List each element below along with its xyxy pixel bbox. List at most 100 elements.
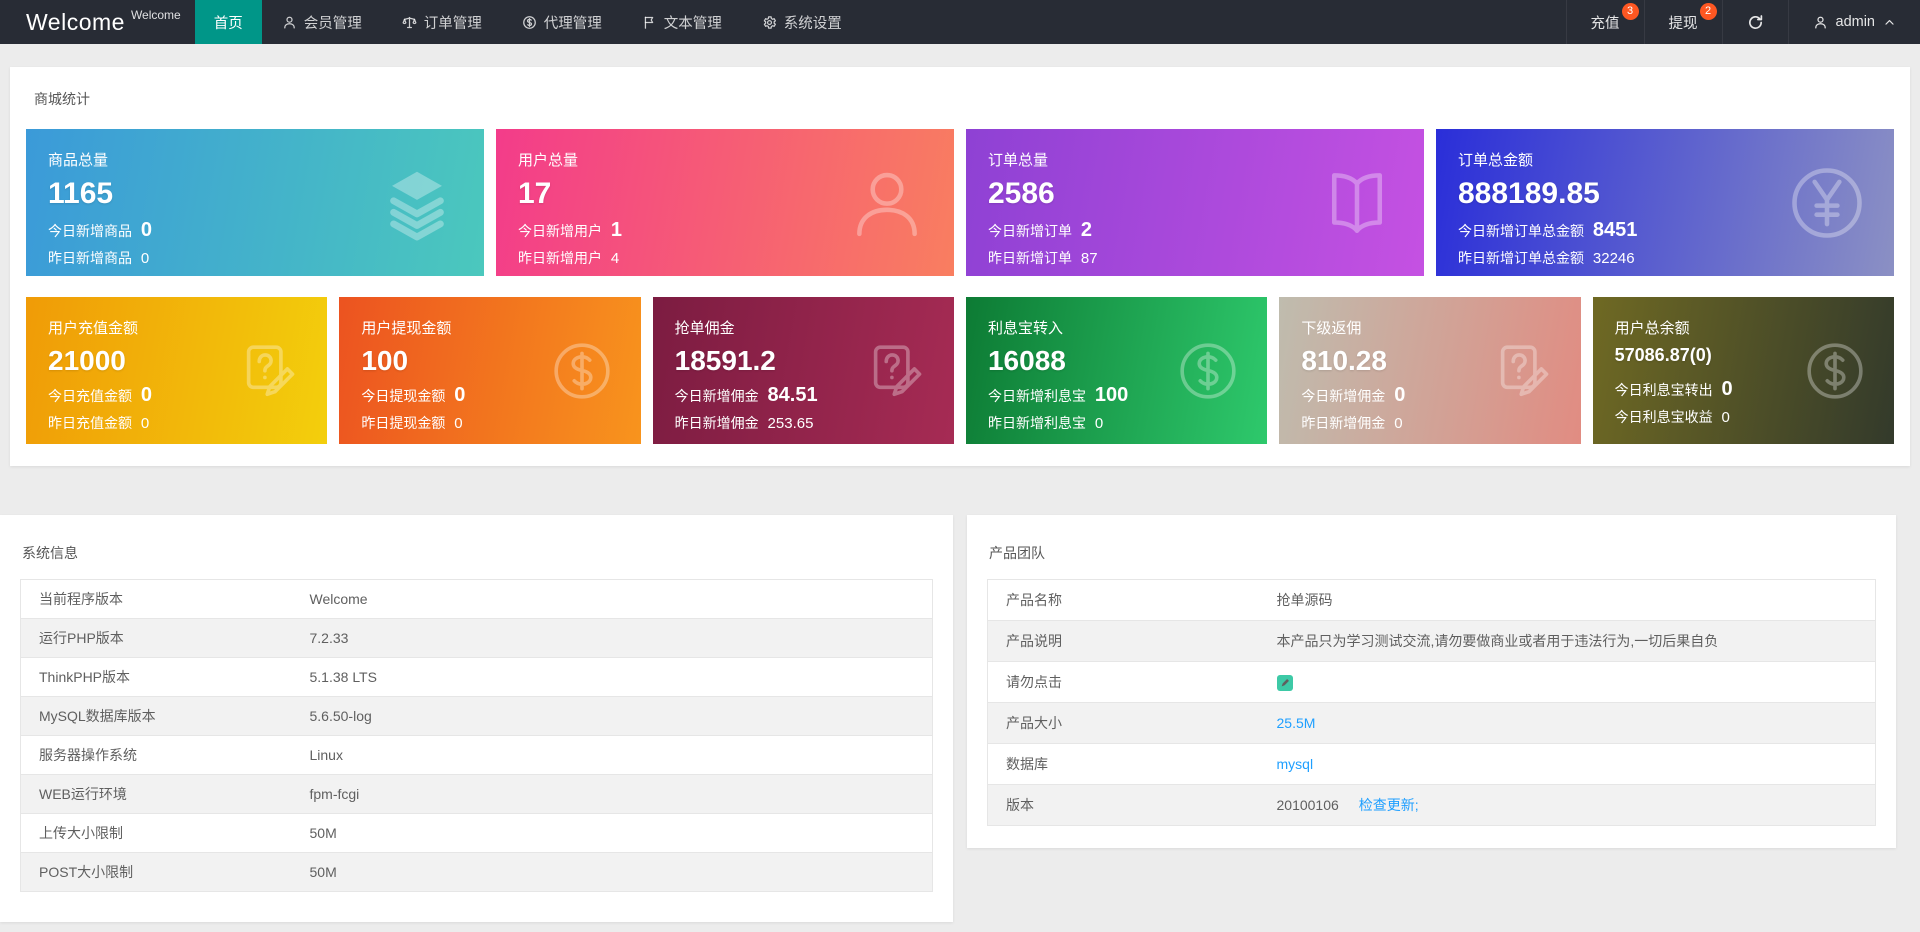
product-link[interactable]: mysql	[1277, 756, 1314, 772]
brand-superscript: Welcome	[130, 8, 181, 22]
stat-card-yesterday: 昨日新增利息宝 0	[987, 415, 1104, 433]
table-row: 版本 20100106 检查更新;	[987, 784, 1876, 826]
stats-panel: 商城统计 商品总量 1165 今日新增商品 0 昨日新增商品 0 用户总量 17 今日新增用…	[10, 67, 1910, 466]
gear-icon	[762, 15, 777, 30]
row-label: 数据库	[987, 743, 1277, 785]
stat-card-title: 用户提现金额	[361, 320, 452, 337]
menu-item-label: 系统设置	[783, 15, 842, 32]
row-label: ThinkPHP版本	[20, 657, 310, 697]
stat-card: 用户总量 17 今日新增用户 1 昨日新增用户 4	[496, 129, 954, 276]
row-value: Welcome	[309, 591, 368, 607]
main-menu: 首页 会员管理 订单管理 代理管理 文本管理 系统设置	[194, 0, 862, 44]
menu-item-label: 首页	[213, 15, 243, 32]
system-info-table: 当前程序版本 Welcome 运行PHP版本 7.2.33 ThinkPHP版本 5.1.…	[20, 579, 933, 892]
recharge-label: 充值	[1590, 15, 1620, 32]
table-row: 数据库 mysql	[987, 743, 1876, 785]
user-menu[interactable]: admin	[1787, 0, 1920, 44]
stat-card: 商品总量 1165 今日新增商品 0 昨日新增商品 0	[26, 129, 484, 276]
table-row: POST大小限制 50M	[20, 852, 933, 892]
product-link[interactable]: 25.5M	[1277, 715, 1316, 731]
stat-card-yesterday: 昨日新增佣金 0	[1301, 415, 1403, 433]
table-row: 服务器操作系统 Linux	[20, 735, 933, 775]
check-update-link[interactable]: 检查更新;	[1359, 797, 1419, 813]
menu-item-label: 会员管理	[303, 15, 362, 32]
row-label: 当前程序版本	[39, 591, 123, 607]
dollar-circle-icon	[551, 340, 613, 402]
system-info-panel: 系统信息 当前程序版本 Welcome 运行PHP版本 7.2.33 ThinkPHP版…	[0, 515, 953, 922]
question-edit-icon	[864, 340, 926, 402]
product-team-title: 产品团队	[989, 545, 1045, 561]
stat-card: 订单总量 2586 今日新增订单 2 昨日新增订单 87	[966, 129, 1424, 276]
yen-circle-icon	[1788, 164, 1866, 242]
scales-icon	[402, 15, 417, 30]
username: admin	[1835, 14, 1876, 30]
row-label: MySQL数据库版本	[20, 696, 310, 736]
stats-panel-title: 商城统计	[34, 91, 90, 107]
menu-item-3[interactable]: 订单管理	[382, 0, 502, 44]
stat-card-yesterday: 昨日新增佣金 253.65	[674, 415, 814, 433]
stat-card-title: 抢单佣金	[674, 320, 735, 337]
stat-card-yesterday: 昨日新增用户 4	[518, 249, 620, 267]
table-row: WEB运行环境 fpm-fcgi	[20, 774, 933, 814]
stat-card-yesterday: 昨日充值金额 0	[48, 415, 150, 433]
row-value: 7.2.33	[309, 618, 933, 658]
open-book-icon	[1318, 164, 1396, 242]
row-value: fpm-fcgi	[309, 774, 933, 814]
row-label: 服务器操作系统	[20, 735, 310, 775]
dollar-icon	[522, 15, 537, 30]
table-row: 运行PHP版本 7.2.33	[20, 618, 933, 658]
app-logo[interactable]: Welcome Welcome	[0, 0, 195, 44]
recharge-badge: 3	[1621, 3, 1639, 20]
menu-item-1[interactable]: 首页	[194, 0, 262, 44]
stat-card: 下级返佣 810.28 今日新增佣金 0 昨日新增佣金 0	[1279, 297, 1581, 444]
row-label: WEB运行环境	[20, 774, 310, 814]
system-info-title: 系统信息	[22, 545, 78, 561]
menu-item-label: 订单管理	[423, 15, 482, 32]
product-team-table: 产品名称 抢单源码 产品说明 本产品只为学习测试交流,请勿要做商业或者用于违法行为,一…	[987, 579, 1876, 826]
withdraw-label: 提现	[1668, 15, 1698, 32]
refresh-button[interactable]	[1721, 0, 1788, 44]
menu-item-5[interactable]: 文本管理	[622, 0, 742, 44]
row-value: 5.6.50-log	[309, 696, 933, 736]
row-value: Linux	[309, 735, 933, 775]
menu-item-label: 文本管理	[663, 15, 722, 32]
recharge-button[interactable]: 充值 3	[1565, 0, 1644, 44]
chevron-up-icon	[1883, 16, 1896, 29]
stats-cards-row-1: 商品总量 1165 今日新增商品 0 昨日新增商品 0 用户总量 17 今日新增用户 1 昨日…	[26, 129, 1894, 276]
menu-item-label: 代理管理	[543, 15, 602, 32]
row-value: 50M	[309, 813, 933, 853]
menu-item-4[interactable]: 代理管理	[502, 0, 622, 44]
table-row: 请勿点击	[987, 661, 1876, 703]
bottom-section: 系统信息 当前程序版本 Welcome 运行PHP版本 7.2.33 ThinkPHP版…	[0, 515, 1920, 922]
row-label: 产品名称	[1006, 592, 1062, 608]
table-row: ThinkPHP版本 5.1.38 LTS	[20, 657, 933, 697]
top-navbar: Welcome Welcome 首页 会员管理 订单管理 代理管理 文本管理 系统设置 充…	[0, 0, 1920, 44]
pen-badge-icon[interactable]	[1276, 674, 1293, 691]
withdraw-button[interactable]: 提现 2	[1643, 0, 1722, 44]
stat-card: 用户充值金额 21000 今日充值金额 0 昨日充值金额 0	[26, 297, 328, 444]
row-value: 5.1.38 LTS	[309, 657, 933, 697]
version-number: 20100106	[1276, 797, 1339, 813]
stat-card: 利息宝转入 16088 今日新增利息宝 100 昨日新增利息宝 0	[965, 297, 1268, 444]
row-label: 运行PHP版本	[20, 618, 310, 658]
stat-card-title: 用户总余额	[1614, 320, 1690, 337]
row-label: 上传大小限制	[20, 813, 310, 853]
menu-item-6[interactable]: 系统设置	[742, 0, 862, 44]
table-row: 产品大小 25.5M	[987, 702, 1876, 744]
row-label: 请勿点击	[987, 661, 1277, 703]
stat-card-yesterday: 昨日新增订单 87	[988, 249, 1098, 267]
stat-card-yesterday: 昨日新增订单总金额 32246	[1458, 249, 1635, 267]
row-value: 本产品只为学习测试交流,请勿要做商业或者用于违法行为,一切后果自负	[1276, 633, 1719, 649]
withdraw-badge: 2	[1699, 3, 1717, 20]
row-label: 版本	[987, 784, 1277, 826]
stat-card: 用户总余额 57086.87(0) 今日利息宝转出 0 今日利息宝收益 0	[1592, 297, 1894, 444]
menu-item-2[interactable]: 会员管理	[262, 0, 382, 44]
stat-card: 订单总金额 888189.85 今日新增订单总金额 8451 昨日新增订单总金额 32…	[1436, 129, 1894, 276]
stats-cards-row-2: 用户充值金额 21000 今日充值金额 0 昨日充值金额 0 用户提现金额 100 今日提现…	[26, 297, 1894, 444]
row-value: 50M	[309, 852, 933, 892]
question-edit-icon	[237, 340, 299, 402]
table-row: 当前程序版本 Welcome	[21, 580, 933, 619]
dollar-circle-icon	[1804, 340, 1866, 402]
brand-name: Welcome	[26, 8, 125, 35]
row-label: 产品说明	[987, 620, 1277, 662]
